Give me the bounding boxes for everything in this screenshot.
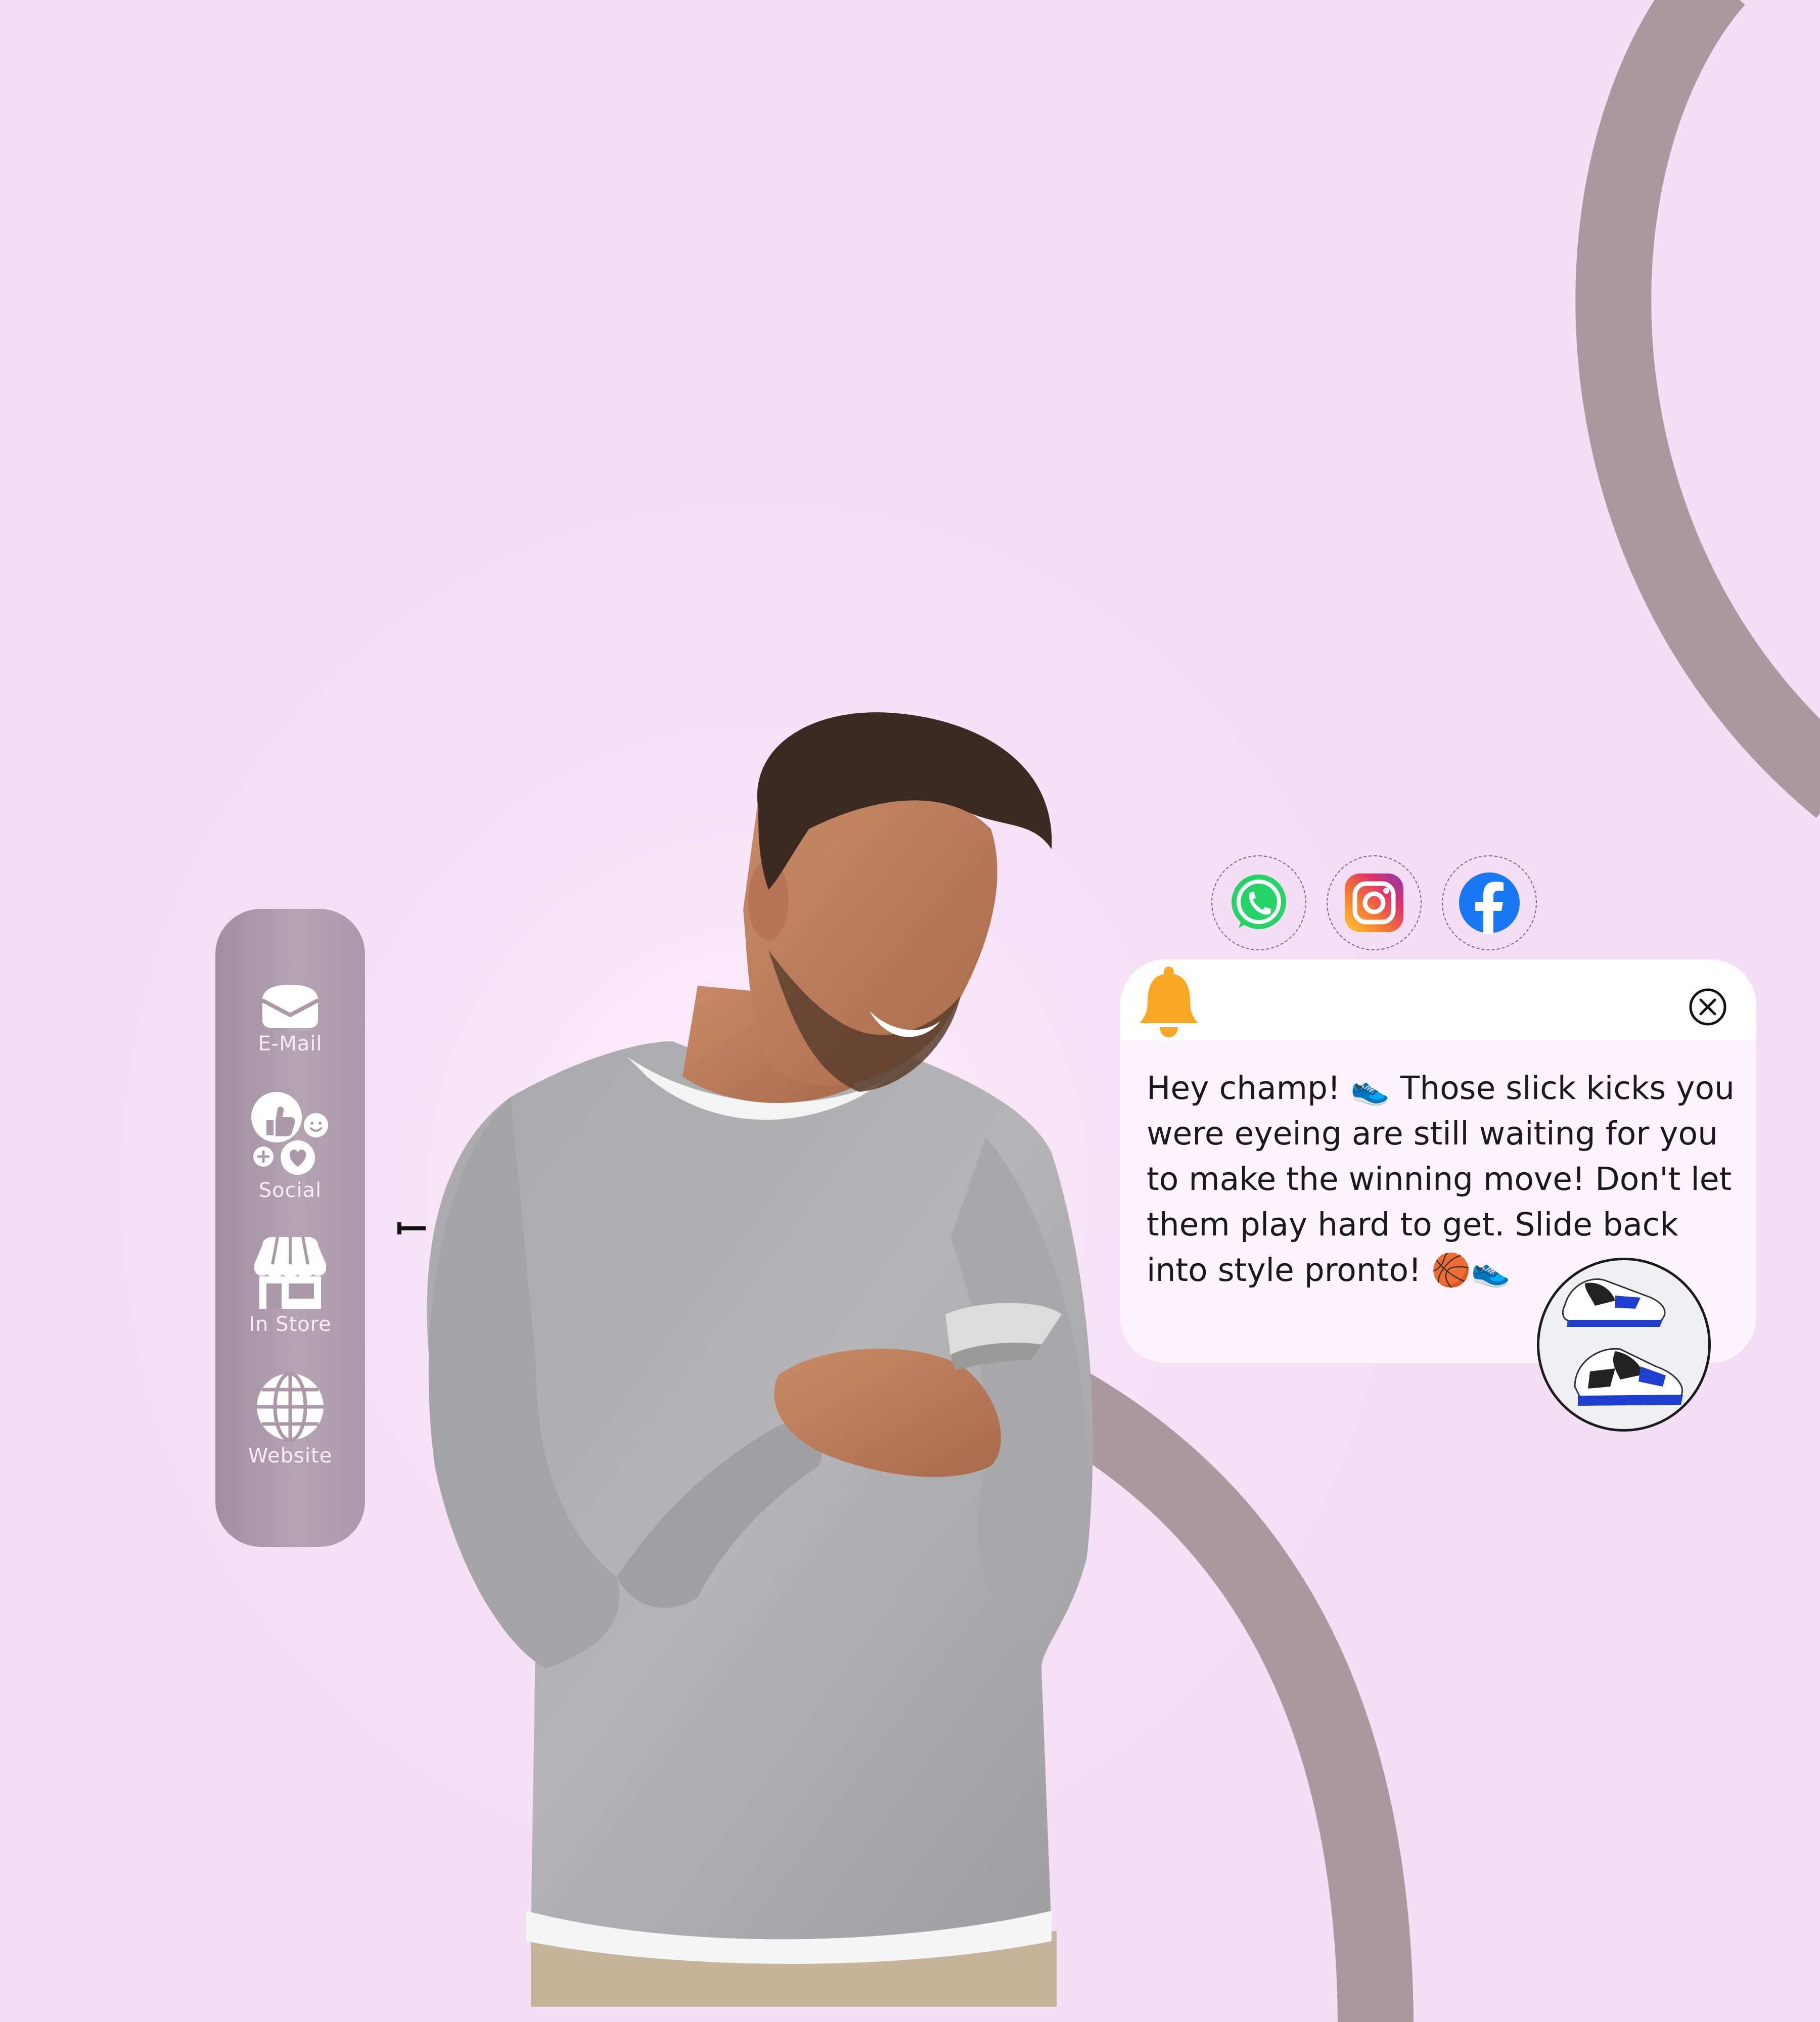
bell-icon xyxy=(1140,967,1198,1037)
instagram-icon xyxy=(1345,874,1403,932)
sidebar-item-label: E-Mail xyxy=(258,1032,323,1055)
sneaker-image xyxy=(1562,1278,1683,1406)
storefront-icon xyxy=(254,1236,326,1309)
channel-sidebar: E-Mail Social In Store Website xyxy=(215,909,365,1547)
facebook-button[interactable] xyxy=(1442,855,1537,950)
cursor-mark xyxy=(397,1222,426,1234)
sidebar-item-label: Social xyxy=(258,1179,322,1202)
whatsapp-button[interactable] xyxy=(1211,855,1306,950)
notification-message: Hey champ! 👟 Those slick kicks you were … xyxy=(1147,1070,1735,1289)
sidebar-item-social[interactable]: Social xyxy=(215,1091,365,1202)
social-reactions-icon xyxy=(251,1092,328,1175)
sidebar-item-email[interactable]: E-Mail xyxy=(215,980,365,1055)
sneaker-thumbnail[interactable] xyxy=(1537,1258,1711,1432)
sidebar-item-label: In Store xyxy=(249,1313,332,1336)
sidebar-item-label: Website xyxy=(248,1444,333,1467)
whatsapp-icon xyxy=(1232,875,1286,929)
sidebar-item-website[interactable]: Website xyxy=(215,1371,365,1467)
instagram-button[interactable] xyxy=(1327,855,1422,950)
notification-header xyxy=(1120,959,1756,1040)
globe-icon xyxy=(257,1371,324,1442)
facebook-icon xyxy=(1459,872,1520,934)
sidebar-item-in-store[interactable]: In Store xyxy=(215,1235,365,1336)
close-circle-icon[interactable] xyxy=(1688,987,1728,1027)
envelope-icon xyxy=(261,985,319,1028)
